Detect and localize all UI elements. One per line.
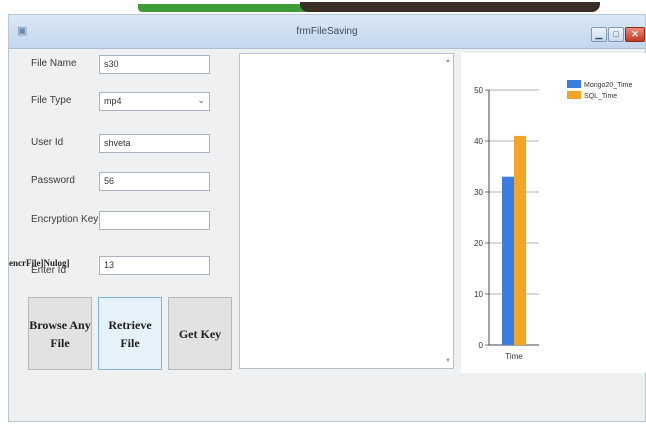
x-tick-label: Time <box>505 352 523 361</box>
chevron-down-icon[interactable]: ⌄ <box>197 95 205 106</box>
minimize-button[interactable]: ▁ <box>591 27 607 42</box>
enter-id-label: Enter Id <box>31 265 67 276</box>
status-bar <box>9 399 645 421</box>
time-comparison-chart: 0 10 20 30 40 50 Time Mongo20_Time SQL_Time <box>461 53 646 373</box>
file-type-label: File Type <box>31 95 72 106</box>
y-tick-label: 40 <box>474 137 483 146</box>
browse-any-file-button[interactable]: Browse Any File <box>28 297 92 370</box>
y-tick-label: 10 <box>474 290 483 299</box>
user-id-field[interactable]: shveta <box>99 134 210 153</box>
legend-swatch <box>567 80 581 88</box>
user-id-label: User Id <box>31 137 64 148</box>
legend-label: SQL_Time <box>584 93 617 100</box>
y-tick-label: 50 <box>474 86 483 95</box>
window-title: frmFileSaving <box>296 26 358 37</box>
legend-label: Mongo20_Time <box>584 82 632 89</box>
retrieve-file-button[interactable]: Retrieve File <box>98 297 162 370</box>
get-key-button[interactable]: Get Key <box>168 297 232 370</box>
desktop-green-shape <box>138 4 318 12</box>
y-tick-label: 20 <box>474 239 483 248</box>
output-textarea[interactable]: ▲ ▼ <box>239 53 454 369</box>
scroll-down-icon[interactable]: ▼ <box>445 358 451 364</box>
file-type-select[interactable]: mp4 ⌄ <box>99 92 210 111</box>
textarea-scrollbar[interactable]: ▲ ▼ <box>443 54 453 368</box>
close-button[interactable]: ✕ <box>625 27 645 42</box>
encryption-key-label: Encryption Key <box>31 214 99 225</box>
y-tick-label: 30 <box>474 188 483 197</box>
scroll-up-icon[interactable]: ▲ <box>445 58 451 64</box>
password-label: Password <box>31 175 75 186</box>
enter-id-field[interactable]: 13 <box>99 256 210 275</box>
bar-sql-time <box>514 135 526 345</box>
bar-mongo20-time <box>502 176 514 345</box>
legend-swatch <box>567 91 581 99</box>
desktop-dark-shape <box>300 2 600 12</box>
file-type-value: mp4 <box>104 96 122 106</box>
title-bar[interactable]: ▣ frmFileSaving ▁ □ ✕ <box>9 15 645 49</box>
file-name-label: File Name <box>31 58 77 69</box>
y-tick-label: 0 <box>479 341 484 350</box>
file-saving-window: ▣ frmFileSaving ▁ □ ✕ File Name s30 File… <box>8 14 646 422</box>
chart-canvas: 0 10 20 30 40 50 Time Mongo20_Time SQL_Time <box>474 80 632 361</box>
maximize-button[interactable]: □ <box>608 27 624 42</box>
file-name-field[interactable]: s30 <box>99 55 210 74</box>
encryption-key-field[interactable] <box>99 211 210 230</box>
password-field[interactable]: 56 <box>99 172 210 191</box>
